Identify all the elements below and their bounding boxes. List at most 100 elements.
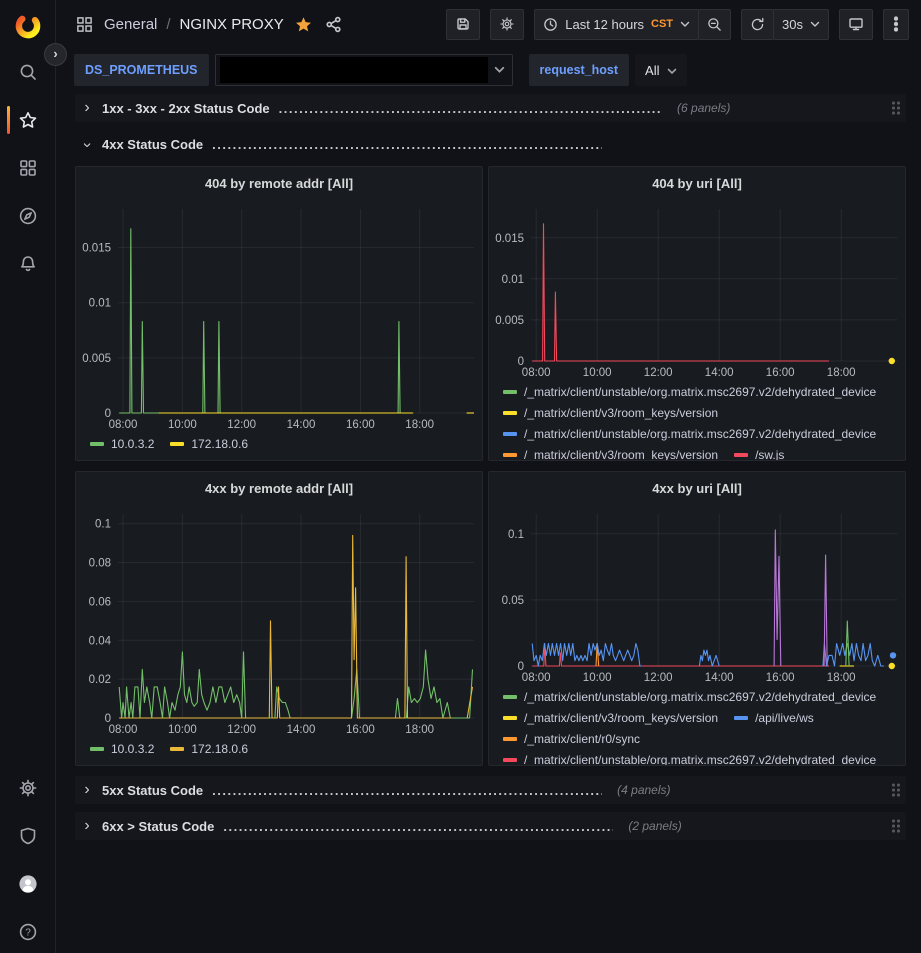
row-title: 4xx Status Code [102, 137, 203, 152]
legend-row: /_matrix/client/v3/room_keys/version/sw.… [503, 444, 897, 460]
legend-item[interactable]: /_matrix/client/r0/sync [503, 732, 640, 746]
svg-text:10:00: 10:00 [168, 724, 197, 736]
row-leader-dots: ........................................… [279, 101, 662, 116]
sidebar-item-dashboards[interactable] [0, 153, 56, 183]
time-series-chart[interactable]: 08:0010:0012:0014:0016:0018:0000.020.040… [76, 504, 482, 738]
row-panel-count: (2 panels) [628, 819, 681, 833]
legend-series-swatch [503, 737, 517, 741]
legend-series-label: 172.18.0.6 [191, 742, 248, 756]
row-6xx[interactable]: › 6xx > Status Code ....................… [75, 812, 906, 840]
refresh-interval-dropdown[interactable]: 30s [773, 9, 829, 40]
refresh-button[interactable] [741, 9, 774, 40]
svg-text:0.005: 0.005 [495, 315, 524, 327]
sidebar-item-help[interactable]: ? [0, 917, 56, 947]
sidebar-item-alerting[interactable] [0, 249, 56, 279]
row-drag-handle[interactable] [892, 784, 900, 797]
favorite-star-icon[interactable] [293, 14, 314, 35]
legend-item[interactable]: 172.18.0.6 [170, 742, 248, 756]
time-series-chart[interactable]: 08:0010:0012:0014:0016:0018:0000.0050.01… [489, 199, 905, 381]
panel-header[interactable]: 404 by remote addr [All] [76, 167, 482, 199]
grafana-logo[interactable] [0, 11, 56, 41]
svg-text:0: 0 [105, 408, 111, 420]
time-series-chart[interactable]: 08:0010:0012:0014:0016:0018:0000.0050.01… [76, 199, 482, 433]
dashboards-grid-icon[interactable] [74, 14, 95, 35]
legend-series-label: 172.18.0.6 [191, 437, 248, 451]
sidebar-item-profile[interactable] [0, 869, 56, 899]
chevron-right-icon: › [81, 100, 93, 116]
row-1xx-3xx-2xx[interactable]: › 1xx - 3xx - 2xx Status Code ..........… [75, 94, 906, 122]
legend-series-swatch [503, 390, 517, 394]
datasource-select[interactable] [215, 54, 513, 86]
legend-row: 10.0.3.2 172.18.0.6 [90, 433, 474, 454]
chevron-down-icon: › [79, 139, 95, 151]
panel-header[interactable]: 404 by uri [All] [489, 167, 905, 199]
legend-series-swatch [503, 453, 517, 457]
legend-item[interactable]: /sw.js [734, 448, 784, 461]
grafana-flame-icon [13, 11, 43, 41]
svg-text:16:00: 16:00 [346, 419, 375, 431]
svg-text:0: 0 [518, 356, 524, 368]
sidebar-expand-button[interactable]: › [44, 43, 67, 66]
svg-text:0.005: 0.005 [82, 353, 111, 365]
row-drag-handle[interactable] [892, 820, 900, 833]
legend-item[interactable]: /_matrix/client/unstable/org.matrix.msc2… [503, 753, 876, 766]
svg-text:08:00: 08:00 [522, 367, 551, 379]
gear-icon [499, 16, 515, 32]
legend-item[interactable]: 10.0.3.2 [90, 437, 154, 451]
legend-item[interactable]: /_matrix/client/v3/room_keys/version [503, 406, 718, 420]
legend-row: /_matrix/client/unstable/org.matrix.msc2… [503, 749, 897, 765]
legend-row: /_matrix/client/unstable/org.matrix.msc2… [503, 423, 897, 444]
cycle-view-button[interactable] [839, 9, 873, 40]
legend-item[interactable]: /_matrix/client/unstable/org.matrix.msc2… [503, 690, 876, 704]
legend-series-label: /_matrix/client/unstable/org.matrix.msc2… [524, 427, 876, 441]
request-host-select[interactable]: All [635, 54, 687, 86]
request-host-value: All [645, 63, 659, 78]
row-drag-handle[interactable] [892, 102, 900, 115]
time-range-picker[interactable]: Last 12 hours CST [534, 9, 699, 40]
row-leader-dots: ........................................… [223, 819, 613, 834]
legend-series-label: /_matrix/client/unstable/org.matrix.msc2… [524, 753, 876, 766]
legend-item[interactable]: /_matrix/client/unstable/org.matrix.msc2… [503, 427, 876, 441]
panel-header[interactable]: 4xx by remote addr [All] [76, 472, 482, 504]
legend-series-swatch [503, 716, 517, 720]
legend-item[interactable]: /_matrix/client/unstable/org.matrix.msc2… [503, 385, 876, 399]
svg-text:0.1: 0.1 [95, 519, 111, 531]
legend-item[interactable]: /_matrix/client/v3/room_keys/version [503, 711, 718, 725]
dashboard-settings-button[interactable] [490, 9, 524, 40]
svg-text:18:00: 18:00 [827, 672, 856, 684]
legend-series-swatch [90, 747, 104, 751]
legend-item[interactable]: 10.0.3.2 [90, 742, 154, 756]
star-icon [18, 110, 38, 130]
panel-header[interactable]: 4xx by uri [All] [489, 472, 905, 504]
time-range-label: Last 12 hours [565, 17, 644, 32]
legend-series-label: /_matrix/client/r0/sync [524, 732, 640, 746]
sidebar-item-explore[interactable] [0, 201, 56, 231]
row-title: 1xx - 3xx - 2xx Status Code [102, 101, 270, 116]
row-5xx[interactable]: › 5xx Status Code ......................… [75, 776, 906, 804]
panel-4xx-by-uri: 4xx by uri [All] 08:0010:0012:0014:0016:… [488, 471, 906, 766]
svg-text:0.08: 0.08 [89, 558, 111, 570]
svg-text:16:00: 16:00 [766, 367, 795, 379]
dashboard-title[interactable]: NGINX PROXY [180, 16, 284, 33]
svg-text:0.01: 0.01 [89, 298, 111, 310]
panel-legend: 10.0.3.2 172.18.0.6 [76, 433, 482, 460]
svg-text:0: 0 [105, 713, 111, 725]
sidebar-item-starred[interactable] [0, 105, 56, 135]
share-icon[interactable] [323, 14, 344, 35]
time-series-chart[interactable]: 08:0010:0012:0014:0016:0018:0000.050.1 [489, 504, 905, 686]
more-options-button[interactable] [883, 9, 909, 40]
breadcrumb-section[interactable]: General [104, 16, 157, 33]
zoom-out-button[interactable] [698, 9, 731, 40]
svg-text:12:00: 12:00 [227, 419, 256, 431]
svg-text:0.015: 0.015 [82, 243, 111, 255]
svg-text:0: 0 [518, 661, 524, 673]
legend-item[interactable]: /_matrix/client/v3/room_keys/version [503, 448, 718, 461]
row-4xx[interactable]: › 4xx Status Code ......................… [75, 130, 906, 158]
legend-item[interactable]: 172.18.0.6 [170, 437, 248, 451]
save-dashboard-button[interactable] [446, 9, 480, 40]
sidebar-item-configuration[interactable] [0, 773, 56, 803]
row-leader-dots: ........................................… [212, 137, 602, 152]
legend-series-swatch [503, 695, 517, 699]
legend-item[interactable]: /api/live/ws [734, 711, 814, 725]
sidebar-item-server-admin[interactable] [0, 821, 56, 851]
